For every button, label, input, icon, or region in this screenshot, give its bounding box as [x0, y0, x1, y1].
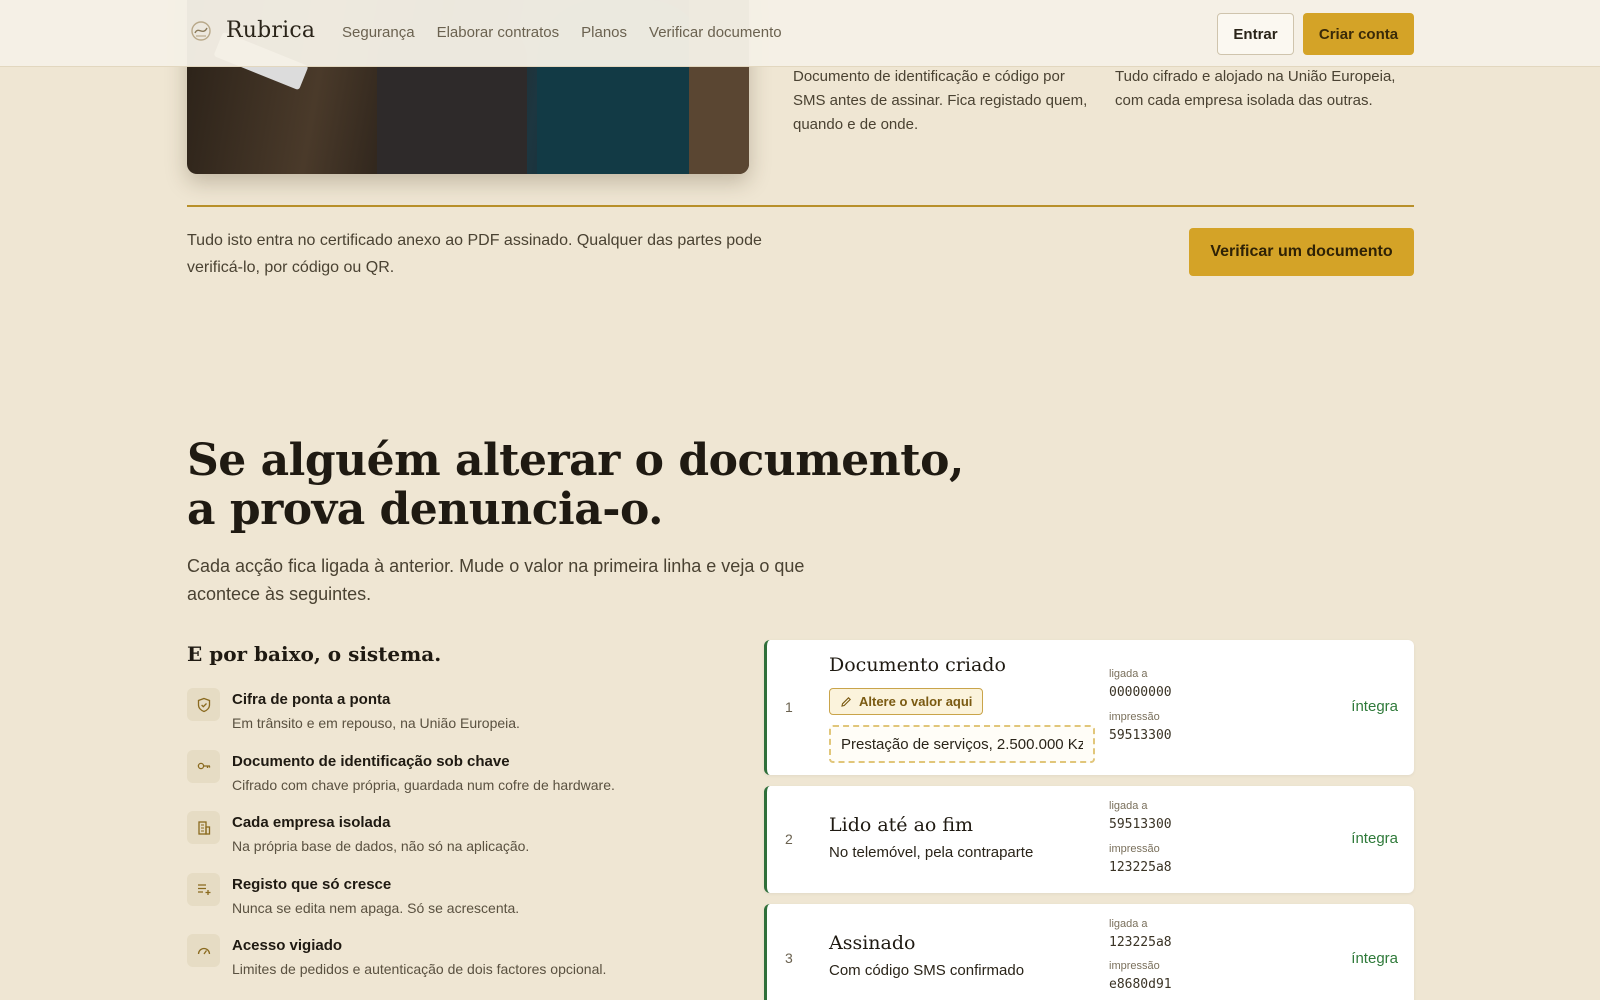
chain-row: 1 Documento criado Altere o valor aqui l… [764, 640, 1414, 775]
nav-verify-document[interactable]: Verificar documento [649, 24, 782, 41]
section-subheading: Cada acção fica ligada à anterior. Mude … [187, 556, 805, 604]
top-navbar: Rubrica Segurança Elaborar contratos Pla… [0, 0, 1600, 67]
integrity-status: íntegra [1351, 698, 1398, 715]
row-number: 1 [785, 699, 793, 715]
pencil-icon [841, 696, 851, 707]
print-hash: e8680d91 [1109, 977, 1172, 992]
system-item-label: Cada empresa isolada [232, 814, 391, 831]
integrity-status: íntegra [1351, 950, 1398, 967]
brand[interactable]: Rubrica [190, 18, 315, 43]
print-label: impressão [1109, 843, 1160, 855]
linked-hash: 00000000 [1109, 685, 1172, 700]
key-icon [187, 749, 220, 783]
system-feature-list: Cifra de ponta a ponta Em trânsito e em … [187, 688, 707, 996]
row-number: 3 [785, 950, 793, 966]
certificate-text: Tudo isto entra no certificado anexo ao … [187, 232, 762, 276]
integrity-status: íntegra [1351, 830, 1398, 847]
list-item: Acesso vigiado Limites de pedidos e aute… [187, 934, 707, 996]
storage-feature-text: Tudo cifrado e alojado na União Europeia… [1115, 68, 1396, 109]
nav-plans[interactable]: Planos [581, 24, 627, 41]
system-item-desc: Nunca se edita nem apaga. Só se acrescen… [232, 899, 520, 916]
row-subtitle: No telemóvel, pela contraparte [829, 844, 1034, 861]
print-hash: 59513300 [1109, 728, 1172, 743]
linked-hash: 59513300 [1109, 817, 1172, 832]
identity-feature-text: Documento de identificação e código por … [793, 68, 1088, 133]
list-item: Documento de identificação sob chave Cif… [187, 749, 707, 812]
section-heading: Se alguém alterar o documento, a prova d… [187, 435, 964, 535]
linked-label: ligada a [1109, 918, 1148, 930]
nav-contracts[interactable]: Elaborar contratos [437, 24, 560, 41]
system-item-desc: Na própria base de dados, não só na apli… [232, 838, 530, 854]
system-item-label: Registo que só cresce [232, 875, 392, 893]
row-subtitle: Com código SMS confirmado [829, 962, 1025, 979]
system-title: E por baixo, o sistema. [187, 642, 442, 666]
linked-label: ligada a [1109, 668, 1148, 680]
linked-hash: 123225a8 [1109, 935, 1172, 950]
system-item-label: Cifra de ponta a ponta [232, 691, 391, 708]
system-item-desc: Limites de pedidos e autenticação de doi… [232, 961, 607, 977]
list-item: Cifra de ponta a ponta Em trânsito e em … [187, 688, 707, 750]
system-item-label: Acesso vigiado [232, 937, 343, 954]
signup-button[interactable]: Criar conta [1303, 13, 1414, 55]
verify-document-button[interactable]: Verificar um documento [1189, 228, 1414, 276]
row-title: Lido até ao fim [829, 814, 974, 836]
gauge-icon [187, 934, 220, 967]
print-label: impressão [1109, 711, 1160, 723]
row-title: Documento criado [829, 654, 1006, 676]
brand-name: Rubrica [226, 18, 316, 43]
edit-value-label: Altere o valor aqui [859, 694, 973, 709]
main-nav: Segurança Elaborar contratos Planos Veri… [342, 24, 782, 41]
shield-icon [187, 688, 220, 721]
row-title: Assinado [829, 932, 916, 954]
document-value-input[interactable] [829, 725, 1095, 763]
logo-icon [191, 20, 211, 41]
divider [187, 205, 1414, 207]
print-label: impressão [1109, 960, 1160, 972]
building-icon [187, 811, 220, 844]
system-item-label: Documento de identificação sob chave [232, 752, 510, 770]
system-item-desc: Em trânsito e em repouso, na União Europ… [232, 715, 520, 731]
list-item: Cada empresa isolada Na própria base de … [187, 811, 707, 873]
edit-value-button[interactable]: Altere o valor aqui [829, 688, 984, 715]
login-button[interactable]: Entrar [1217, 13, 1294, 55]
row-number: 2 [785, 831, 793, 847]
list-add-icon [187, 872, 220, 906]
linked-label: ligada a [1109, 800, 1148, 812]
list-item: Registo que só cresce Nunca se edita nem… [187, 872, 707, 935]
chain-row: 3 Assinado Com código SMS confirmado lig… [764, 904, 1414, 1000]
nav-security[interactable]: Segurança [342, 24, 415, 41]
print-hash: 123225a8 [1109, 860, 1172, 875]
system-item-desc: Cifrado com chave própria, guardada num … [232, 776, 615, 793]
chain-row: 2 Lido até ao fim No telemóvel, pela con… [764, 786, 1414, 893]
